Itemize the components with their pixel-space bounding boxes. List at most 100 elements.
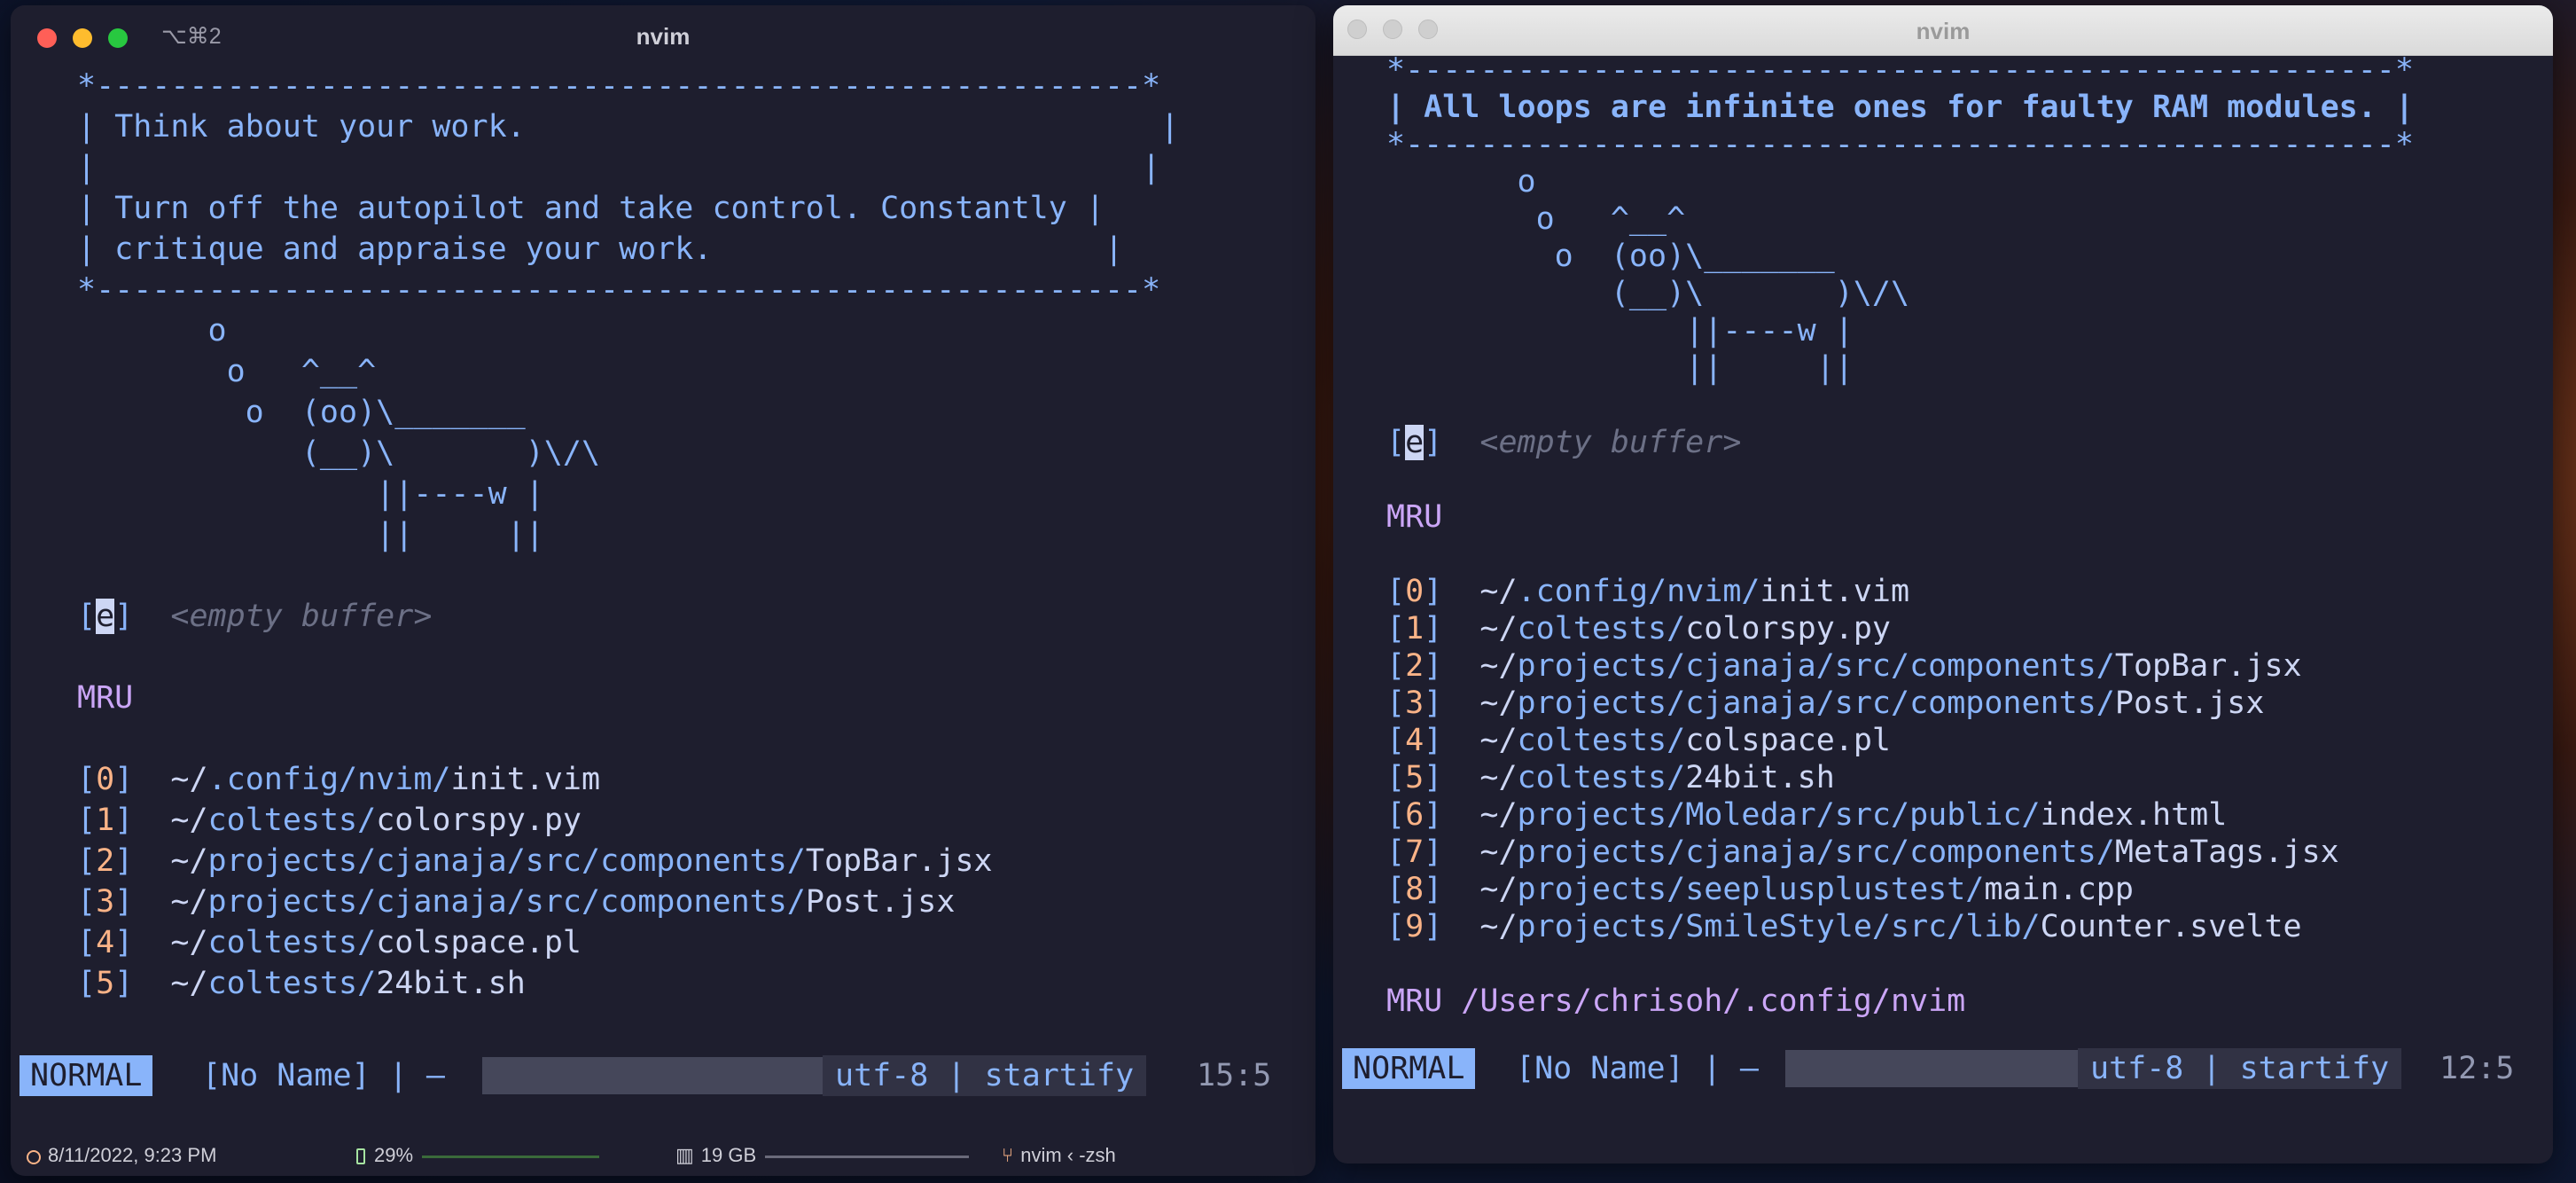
quote-box-line: | All loops are infinite ones for faulty… — [1386, 90, 2414, 125]
path-segment: components/ — [600, 843, 806, 879]
path-segment: projects/ — [1517, 872, 1686, 907]
empty-buffer-entry[interactable]: [e] <empty buffer> — [1386, 424, 2414, 461]
quote-box-line: | critique and appraise your work. | — [77, 231, 1124, 267]
mru-footer-header: MRU /Users/chrisoh/.config/nvim — [1386, 983, 1966, 1019]
path-segment: src/ — [1834, 686, 1910, 721]
path-segment: ~/ — [170, 925, 208, 960]
path-segment: projects/ — [207, 884, 377, 920]
path-segment: nvim/ — [1667, 574, 1760, 609]
terminal-window-left[interactable]: ⌥⌘2 nvim *------------------------------… — [11, 5, 1315, 1176]
branch-icon: ⑂ — [1002, 1144, 1014, 1166]
mru-index: 9 — [1405, 909, 1425, 944]
editor-buffer[interactable]: *---------------------------------------… — [77, 66, 1179, 1004]
disk-text: 19 GB — [700, 1144, 757, 1166]
mru-item[interactable]: [5] ~/coltests/24bit.sh — [1386, 759, 2414, 796]
path-segment: ~/ — [1479, 834, 1518, 870]
quote-box-line: *---------------------------------------… — [77, 272, 1161, 308]
titlebar[interactable]: nvim — [1333, 5, 2553, 56]
terminal-window-right[interactable]: nvim *----------------------------------… — [1333, 5, 2553, 1163]
mru-item[interactable]: [0] ~/.config/nvim/init.vim — [77, 759, 1179, 800]
path-segment: ~/ — [1479, 611, 1518, 646]
bracket: [ — [77, 966, 97, 1001]
empty-buffer-entry[interactable]: [e] <empty buffer> — [77, 596, 1179, 637]
file-name: main.cpp — [1984, 872, 2134, 907]
empty-buffer-label: <empty buffer> — [170, 599, 433, 634]
path-segment: coltests/ — [1517, 611, 1686, 646]
path-segment: ~/ — [170, 803, 208, 838]
disk-bar — [765, 1155, 970, 1158]
path-segment: public/ — [1909, 797, 2041, 833]
path-segment: components/ — [600, 884, 806, 920]
mru-item[interactable]: [3] ~/projects/cjanaja/src/components/Po… — [1386, 685, 2414, 722]
mru-item[interactable]: [4] ~/coltests/colspace.pl — [77, 922, 1179, 963]
path-segment: cjanaja/ — [376, 843, 526, 879]
path-segment: ~/ — [1479, 760, 1518, 795]
bracket: ] — [1424, 909, 1443, 944]
statusline-file: [No Name] | – — [1516, 1051, 1759, 1086]
path-segment: ~/ — [1479, 574, 1518, 609]
path-segment: Moledar/ — [1685, 797, 1835, 833]
path-segment: ~/ — [170, 843, 208, 879]
bracket: [ — [1386, 611, 1406, 646]
cursor-key: e — [96, 599, 115, 634]
cowsay-line: (__)\ )\/\ — [1386, 276, 1910, 311]
mru-item[interactable]: [2] ~/projects/cjanaja/src/components/To… — [77, 841, 1179, 881]
path-segment: cjanaja/ — [1685, 686, 1835, 721]
mru-index: 3 — [1405, 686, 1425, 721]
mru-item[interactable]: [6] ~/projects/Moledar/src/public/index.… — [1386, 796, 2414, 834]
bracket: [ — [77, 803, 97, 838]
file-name: init.vim — [1760, 574, 1910, 609]
bracket: ] — [114, 843, 134, 879]
path-segment: src/ — [1891, 909, 1966, 944]
path-segment: .config/ — [207, 762, 358, 797]
mru-index: 8 — [1405, 872, 1425, 907]
bracket: ] — [1424, 797, 1443, 833]
mru-item[interactable]: [5] ~/coltests/24bit.sh — [77, 963, 1179, 1004]
file-name: colorspy.py — [376, 803, 582, 838]
mru-item[interactable]: [8] ~/projects/seeplusplustest/main.cpp — [1386, 871, 2414, 908]
bracket: [ — [1386, 574, 1406, 609]
bracket: [ — [77, 762, 97, 797]
mru-item[interactable]: [4] ~/coltests/colspace.pl — [1386, 722, 2414, 759]
mru-index: 1 — [1405, 611, 1425, 646]
mru-item[interactable]: [1] ~/coltests/colorspy.py — [77, 800, 1179, 841]
editor-buffer[interactable]: *---------------------------------------… — [1386, 51, 2414, 1020]
mru-item[interactable]: [0] ~/.config/nvim/init.vim — [1386, 573, 2414, 610]
mru-index: 2 — [1405, 648, 1425, 684]
path-segment: nvim/ — [357, 762, 451, 797]
path-segment: seeplusplustest/ — [1685, 872, 1985, 907]
bracket: [ — [1386, 797, 1406, 833]
bracket: ] — [114, 599, 134, 634]
mru-index: 7 — [1405, 834, 1425, 870]
quote-box-line: *---------------------------------------… — [77, 68, 1161, 104]
quote-box-line: *---------------------------------------… — [1386, 127, 2414, 162]
cowsay-line: (__)\ )\/\ — [77, 435, 601, 471]
bracket: [ — [77, 884, 97, 920]
mru-item[interactable]: [9] ~/projects/SmileStyle/src/lib/Counte… — [1386, 908, 2414, 945]
file-name: colorspy.py — [1685, 611, 1891, 646]
path-segment: components/ — [1909, 834, 2115, 870]
cowsay-line: || || — [77, 517, 544, 552]
mode-indicator: NORMAL — [1342, 1048, 1476, 1089]
path-segment: cjanaja/ — [1685, 834, 1835, 870]
path-segment: lib/ — [1965, 909, 2041, 944]
mru-item[interactable]: [2] ~/projects/cjanaja/src/components/To… — [1386, 647, 2414, 685]
bracket: ] — [1424, 425, 1443, 460]
file-name: MetaTags.jsx — [2114, 834, 2339, 870]
window-title: nvim — [636, 23, 691, 50]
mru-item[interactable]: [3] ~/projects/cjanaja/src/components/Po… — [77, 881, 1179, 922]
path-segment: SmileStyle/ — [1685, 909, 1891, 944]
battery: 29% — [356, 1144, 600, 1167]
mru-item[interactable]: [1] ~/coltests/colorspy.py — [1386, 610, 2414, 647]
bracket: [ — [77, 843, 97, 879]
file-name: colspace.pl — [376, 925, 582, 960]
mru-index: 0 — [1405, 574, 1425, 609]
mru-index: 5 — [1405, 760, 1425, 795]
titlebar[interactable]: ⌥⌘2 nvim — [11, 5, 1315, 69]
bracket: ] — [1424, 723, 1443, 758]
path-segment: coltests/ — [1517, 760, 1686, 795]
mru-item[interactable]: [7] ~/projects/cjanaja/src/components/Me… — [1386, 834, 2414, 871]
path-segment: projects/ — [1517, 797, 1686, 833]
